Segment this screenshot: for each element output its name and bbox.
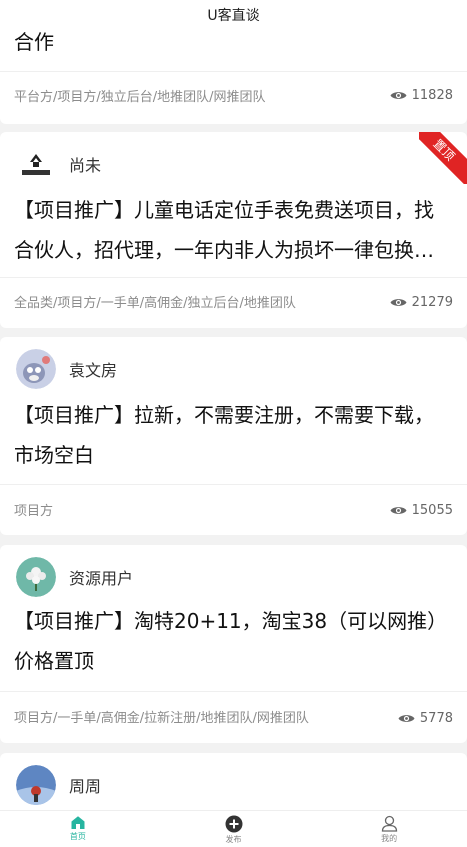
avatar <box>16 765 56 805</box>
eye-icon <box>398 715 415 722</box>
eye-icon <box>390 92 407 99</box>
view-count: 11828 <box>390 88 453 103</box>
home-icon <box>71 816 85 829</box>
post-card[interactable]: 袁文房 【项目推广】拉新，不需要注册，不需要下载，市场空白 项目方 15055 <box>0 337 467 535</box>
tab-label: 首页 <box>69 832 86 841</box>
view-count: 15055 <box>390 503 453 518</box>
tab-home[interactable]: 首页 <box>0 811 156 847</box>
pinned-badge-label: 置顶 <box>419 132 467 184</box>
post-title: 【项目推广】淘特20+11，淘宝38（可以网推）价格置顶 <box>14 609 448 673</box>
post-title: 【项目推广】儿童电话定位手表免费送项目，找合伙人，招代理，一年内非人为损坏一律包… <box>14 198 434 262</box>
author-name: 尚未 <box>69 156 102 175</box>
card-divider <box>0 691 467 692</box>
avatar <box>16 557 56 597</box>
bottom-tab-bar: 首页 发布 我的 <box>0 810 467 847</box>
post-tags: 全品类/项目方/一手单/高佣金/独立后台/地推团队 <box>14 296 296 311</box>
sky-avatar-image <box>16 765 56 805</box>
plus-circle-icon <box>225 815 242 833</box>
author-name: 袁文房 <box>69 361 118 380</box>
pinned-badge: 置顶 <box>419 132 467 184</box>
tab-label: 发布 <box>225 835 242 844</box>
post-card[interactable]: 资源用户 【项目推广】淘特20+11，淘宝38（可以网推）价格置顶 项目方/一手… <box>0 545 467 743</box>
view-count: 21279 <box>390 295 453 310</box>
logo-avatar-image <box>16 144 56 184</box>
tab-label: 我的 <box>381 834 398 843</box>
page-title: U客直谈 <box>207 8 260 24</box>
author-name: 周周 <box>69 777 102 796</box>
eye-icon <box>390 507 407 514</box>
author-name: 资源用户 <box>69 569 134 588</box>
view-count-value: 15055 <box>411 503 453 518</box>
cartoon-avatar-image <box>16 349 56 389</box>
view-count-value: 5778 <box>419 711 453 726</box>
eye-icon <box>390 299 407 306</box>
card-divider <box>0 71 467 72</box>
post-tags: 平台方/项目方/独立后台/地推团队/网推团队 <box>14 90 266 105</box>
tab-publish[interactable]: 发布 <box>156 811 312 847</box>
post-title: 【项目推广】拉新，不需要注册，不需要下载，市场空白 <box>14 403 434 467</box>
avatar <box>16 349 56 389</box>
card-divider <box>0 484 467 485</box>
app-header: U客直谈 <box>0 0 467 30</box>
view-count: 5778 <box>398 711 453 726</box>
post-tags: 项目方/一手单/高佣金/拉新注册/地推团队/网推团队 <box>14 711 309 726</box>
user-icon <box>381 815 397 832</box>
card-divider <box>0 277 467 278</box>
post-card[interactable]: 尚未 置顶 【项目推广】儿童电话定位手表免费送项目，找合伙人，招代理，一年内非人… <box>0 132 467 328</box>
view-count-value: 21279 <box>411 295 453 310</box>
tab-profile[interactable]: 我的 <box>311 811 467 847</box>
avatar <box>16 144 56 184</box>
view-count-value: 11828 <box>411 88 453 103</box>
flower-avatar-image <box>16 557 56 597</box>
post-tags: 项目方 <box>14 504 54 519</box>
